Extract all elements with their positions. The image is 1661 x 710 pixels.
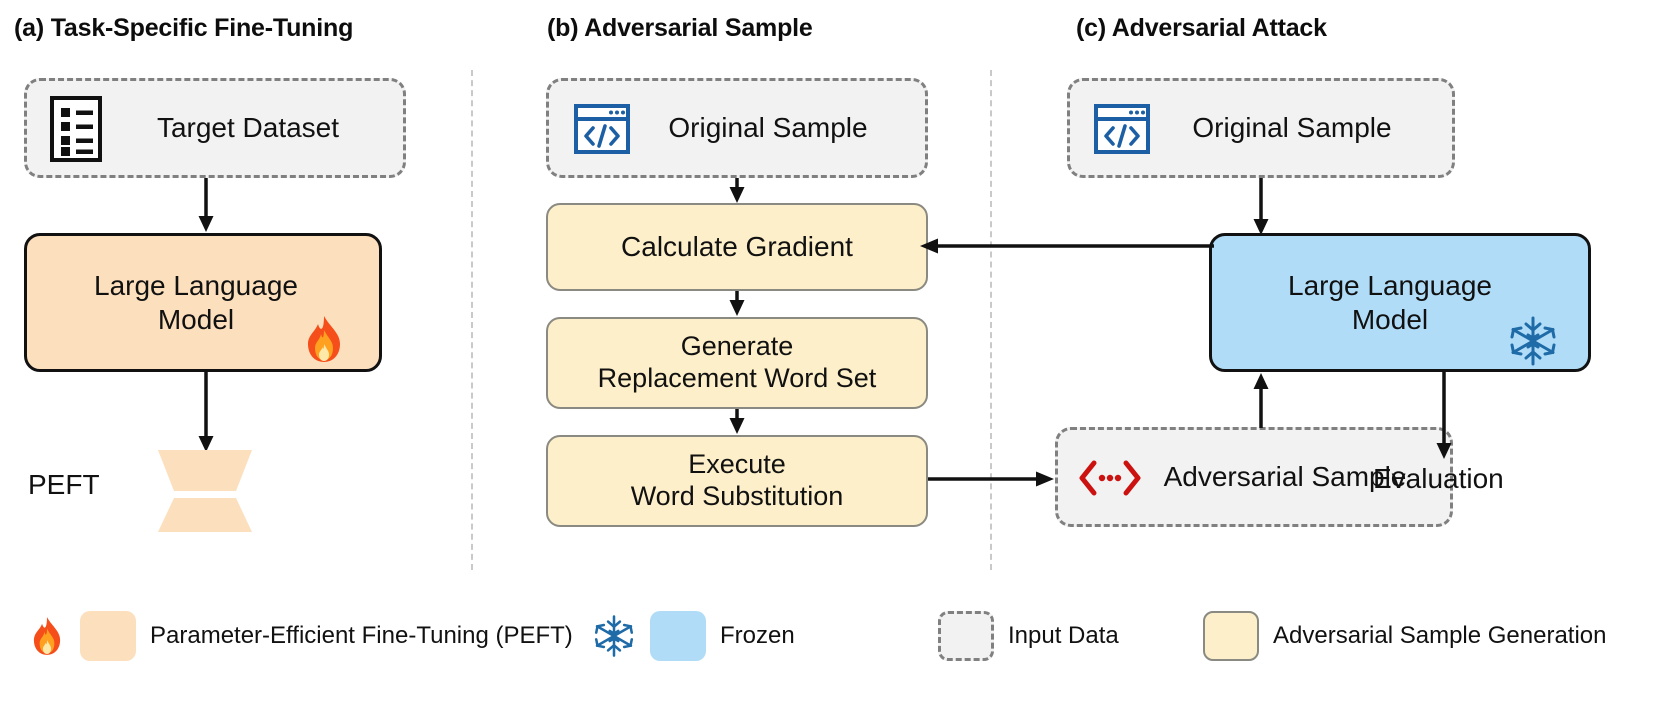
target-dataset-label: Target Dataset (156, 112, 340, 144)
panel-title-a: (a) Task-Specific Fine-Tuning (14, 14, 354, 42)
legend-swatch-dashed (938, 611, 994, 661)
legend-label-peft: Parameter-Efficient Fine-Tuning (PEFT) (150, 622, 573, 649)
arrow-adv-sample-to-llm (1253, 373, 1269, 428)
panel-title-c: (c) Adversarial Attack (1076, 14, 1327, 42)
arrow-gradient-to-generate (729, 291, 745, 316)
legend-label-frozen: Frozen (720, 622, 795, 649)
checklist-document-icon (44, 94, 108, 164)
panel-divider-bc (990, 70, 992, 570)
arrow-llm-to-peft (198, 372, 214, 452)
arrow-sample-to-gradient (729, 178, 745, 203)
legend-item-frozen: Frozen (592, 611, 795, 661)
calculate-gradient-label: Calculate Gradient (621, 231, 853, 263)
arrow-dataset-to-llm (198, 178, 214, 232)
red-angle-bracket-icon (1076, 457, 1144, 499)
legend-snowflake-emoji-icon (592, 614, 636, 658)
panel-divider-ab (471, 70, 473, 570)
legend-item-input-data: Input Data (938, 611, 1119, 661)
code-window-icon-b (570, 101, 634, 157)
legend-label-input-data: Input Data (1008, 622, 1119, 649)
snowflake-emoji-icon (1506, 314, 1560, 368)
peft-adapter-icon (150, 450, 260, 537)
evaluation-label: Evaluation (1373, 463, 1504, 494)
llm-finetuned-label: Large Language Model (94, 270, 298, 335)
legend-swatch-orange (80, 611, 136, 661)
legend-fire-emoji-icon (28, 614, 66, 658)
arrow-generate-to-execute (729, 409, 745, 434)
generate-replacement-node[interactable]: Generate Replacement Word Set (546, 317, 928, 409)
execute-substitution-label: Execute Word Substitution (630, 449, 844, 511)
legend-item-adv-generation: Adversarial Sample Generation (1203, 611, 1607, 661)
llm-frozen-label: Large Language Model (1288, 270, 1492, 335)
peft-label: PEFT (28, 469, 100, 500)
figure-canvas: (a) Task-Specific Fine-Tuning (b) Advers… (0, 0, 1661, 710)
legend-swatch-blue (650, 611, 706, 661)
panel-title-b: (b) Adversarial Sample (547, 14, 813, 42)
fire-emoji-icon (300, 315, 348, 363)
code-window-icon-c (1090, 101, 1154, 157)
arrow-llm-to-gradient-feedback (920, 238, 1214, 254)
arrow-substitution-to-adv-sample (928, 471, 1054, 487)
arrow-llm-to-evaluation (1436, 372, 1452, 459)
adversarial-sample-label: Adversarial Sample (1163, 461, 1407, 493)
execute-substitution-node[interactable]: Execute Word Substitution (546, 435, 928, 527)
legend-item-peft: Parameter-Efficient Fine-Tuning (PEFT) (28, 611, 573, 661)
original-sample-label-c: Original Sample (1192, 112, 1392, 144)
original-sample-label-b: Original Sample (668, 112, 868, 144)
calculate-gradient-node[interactable]: Calculate Gradient (546, 203, 928, 291)
arrow-sample-to-frozen-llm (1253, 178, 1269, 235)
legend-swatch-yellow (1203, 611, 1259, 661)
legend-label-adv-generation: Adversarial Sample Generation (1273, 622, 1607, 649)
generate-replacement-label: Generate Replacement Word Set (597, 331, 877, 393)
